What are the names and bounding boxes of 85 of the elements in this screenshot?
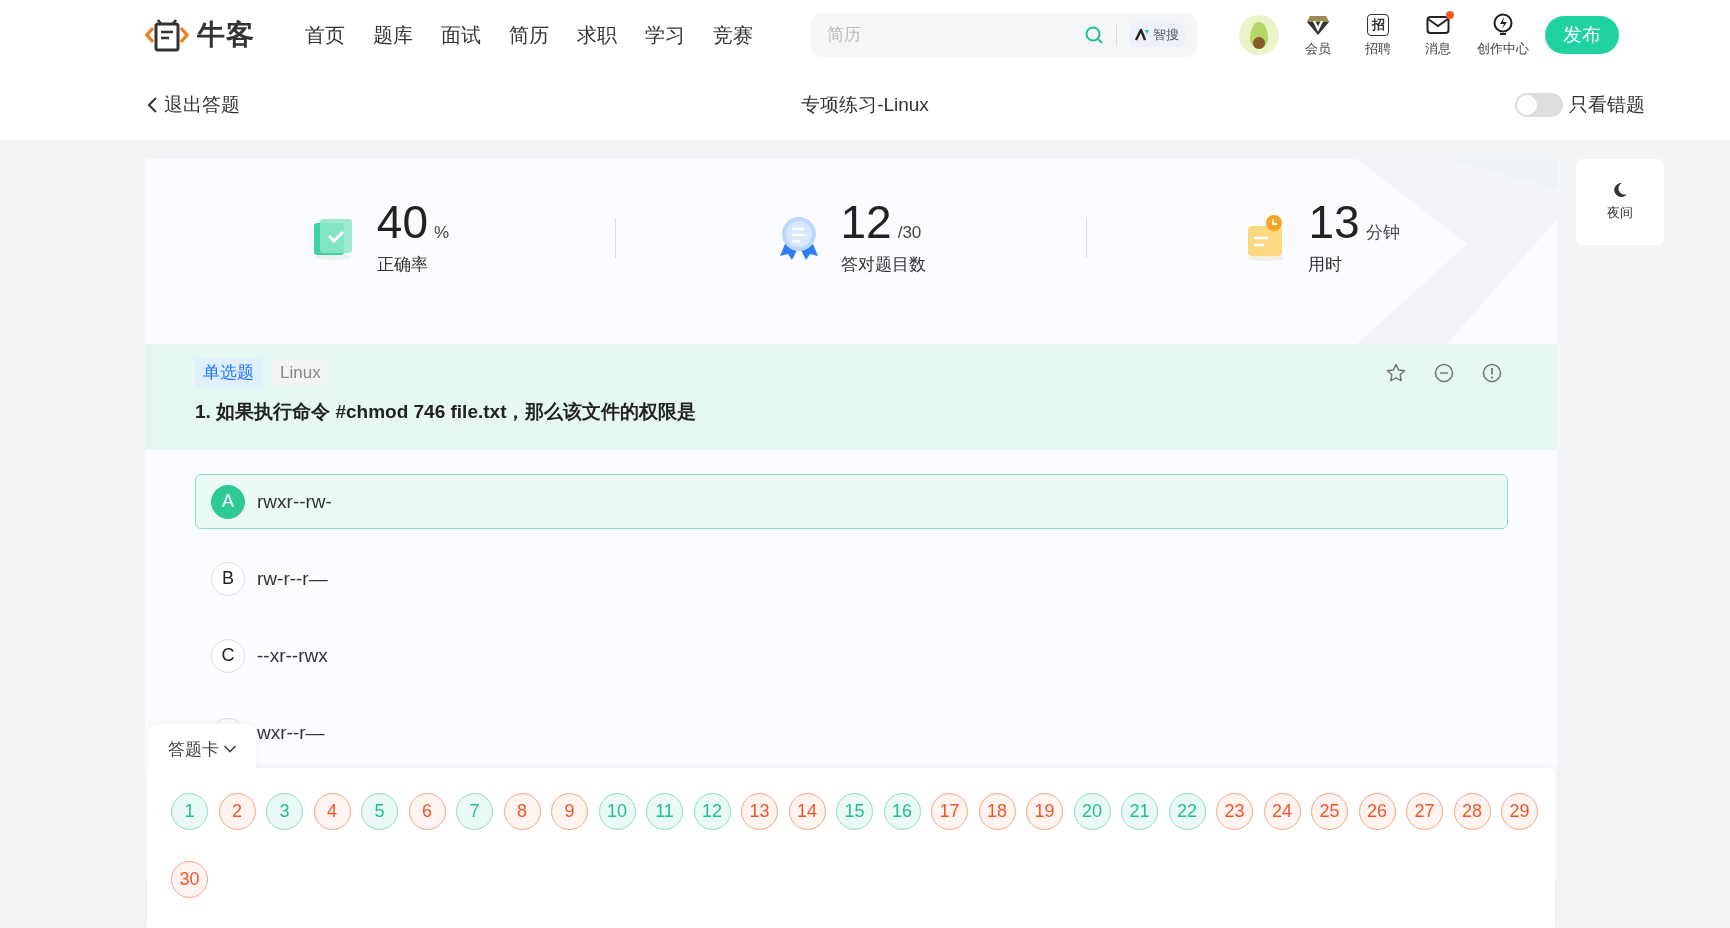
publish-button[interactable]: 发布 bbox=[1545, 16, 1619, 54]
question-text: 1. 如果执行命令 #chmod 746 file.txt，那么该文件的权限是 bbox=[195, 400, 698, 424]
question-number[interactable]: 15 bbox=[836, 793, 873, 830]
question-number[interactable]: 3 bbox=[266, 793, 303, 830]
question-number[interactable]: 10 bbox=[598, 793, 636, 830]
question-number[interactable]: 20 bbox=[1073, 793, 1111, 830]
info-icon[interactable] bbox=[1482, 362, 1502, 383]
night-mode-button[interactable]: 夜间 bbox=[1576, 159, 1664, 245]
stat-unit: /30 bbox=[897, 223, 922, 243]
menu-item[interactable]: 创作中心 bbox=[1477, 12, 1529, 58]
toggle-label: 只看错题 bbox=[1569, 93, 1645, 117]
stat-unit: 分钟 bbox=[1365, 222, 1400, 244]
chevron-down-icon bbox=[222, 744, 237, 754]
option-letter: C bbox=[211, 638, 245, 673]
stat-label: 正确率 bbox=[376, 254, 428, 276]
question-number[interactable]: 1 bbox=[171, 793, 208, 830]
question-number[interactable]: 26 bbox=[1358, 793, 1396, 830]
menu-item[interactable]: 消息 bbox=[1417, 12, 1459, 58]
question-number[interactable]: 14 bbox=[788, 793, 826, 830]
chevron-left-icon bbox=[146, 96, 158, 114]
option-letter: B bbox=[211, 561, 245, 596]
question-number[interactable]: 11 bbox=[646, 793, 683, 830]
question-number[interactable]: 28 bbox=[1453, 793, 1491, 830]
question-number[interactable]: 12 bbox=[693, 793, 731, 830]
question-number[interactable]: 24 bbox=[1263, 793, 1301, 830]
question-number[interactable]: 9 bbox=[551, 793, 588, 830]
moon-icon bbox=[1612, 182, 1628, 198]
question-number[interactable]: 13 bbox=[741, 793, 778, 830]
question-number[interactable]: 17 bbox=[931, 793, 968, 830]
mail-icon bbox=[1426, 14, 1450, 35]
question-number[interactable]: 30 bbox=[171, 861, 208, 898]
logo-icon bbox=[145, 18, 189, 52]
stat-value: 13 bbox=[1308, 199, 1360, 245]
option-letter: A bbox=[211, 484, 245, 519]
question-number[interactable]: 6 bbox=[408, 793, 446, 830]
question-number[interactable]: 16 bbox=[883, 793, 921, 830]
nav-link[interactable]: 竞赛 bbox=[713, 21, 753, 49]
stat-value: 12 bbox=[840, 199, 892, 245]
question-number[interactable]: 25 bbox=[1311, 793, 1348, 830]
lightbulb-icon bbox=[1492, 12, 1514, 37]
nav-link[interactable]: 面试 bbox=[441, 21, 481, 49]
question-number[interactable]: 5 bbox=[361, 793, 398, 830]
question-number[interactable]: 19 bbox=[1026, 793, 1063, 830]
stat-value: 40 bbox=[376, 199, 428, 245]
question-number[interactable]: 29 bbox=[1501, 793, 1538, 830]
nav-link[interactable]: 首页 bbox=[305, 21, 345, 49]
menu-item[interactable]: 招 招聘 bbox=[1357, 12, 1399, 58]
menu-item[interactable]: 会员 bbox=[1297, 12, 1339, 58]
question-number[interactable]: 4 bbox=[313, 793, 351, 830]
stat-unit: % bbox=[434, 223, 450, 243]
toggle-switch[interactable] bbox=[1515, 93, 1563, 117]
nav-link[interactable]: 学习 bbox=[645, 21, 685, 49]
ai-logo-icon bbox=[1135, 29, 1149, 41]
question-number[interactable]: 22 bbox=[1168, 793, 1206, 830]
answer-option[interactable]: wxr--r— bbox=[257, 721, 325, 744]
question-number[interactable]: 23 bbox=[1216, 793, 1253, 830]
stat-label: 用时 bbox=[1308, 254, 1343, 276]
nav-link[interactable]: 题库 bbox=[373, 21, 413, 49]
question-number[interactable]: 18 bbox=[978, 793, 1016, 830]
answer-option[interactable]: B rw-r--r— bbox=[195, 551, 1508, 606]
exit-label[interactable]: 退出答题 bbox=[164, 92, 240, 118]
question-number[interactable]: 7 bbox=[456, 793, 493, 830]
question-number[interactable]: 2 bbox=[218, 793, 256, 830]
avatar[interactable] bbox=[1239, 15, 1279, 55]
stat-label: 答对题目数 bbox=[840, 254, 926, 276]
answer-option[interactable]: C --xr--rwx bbox=[195, 628, 1508, 683]
vip-icon bbox=[1306, 13, 1330, 36]
recruit-icon: 招 bbox=[1367, 13, 1389, 36]
logo-text[interactable]: 牛客 bbox=[197, 16, 255, 54]
nav-link[interactable]: 求职 bbox=[577, 21, 617, 49]
question-number[interactable]: 27 bbox=[1406, 793, 1443, 830]
question-tag: Linux bbox=[272, 359, 329, 386]
exit-link[interactable]: 退出答题 bbox=[146, 92, 240, 118]
page-title: 专项练习-Linux bbox=[801, 94, 929, 115]
minus-circle-icon[interactable] bbox=[1434, 362, 1454, 383]
star-icon[interactable] bbox=[1386, 362, 1406, 383]
ai-search-button[interactable]: 智搜 bbox=[1129, 23, 1185, 47]
search-field[interactable]: 简历 智搜 bbox=[811, 13, 1197, 57]
search-icon[interactable] bbox=[1084, 25, 1104, 45]
question-tag: 单选题 bbox=[195, 358, 262, 387]
question-number[interactable]: 21 bbox=[1121, 793, 1158, 830]
answer-card-toggle[interactable]: 答题卡 bbox=[148, 724, 256, 774]
answer-option[interactable]: A rwxr--rw- bbox=[195, 474, 1508, 529]
question-number[interactable]: 8 bbox=[503, 793, 541, 830]
nav-link[interactable]: 简历 bbox=[509, 21, 549, 49]
